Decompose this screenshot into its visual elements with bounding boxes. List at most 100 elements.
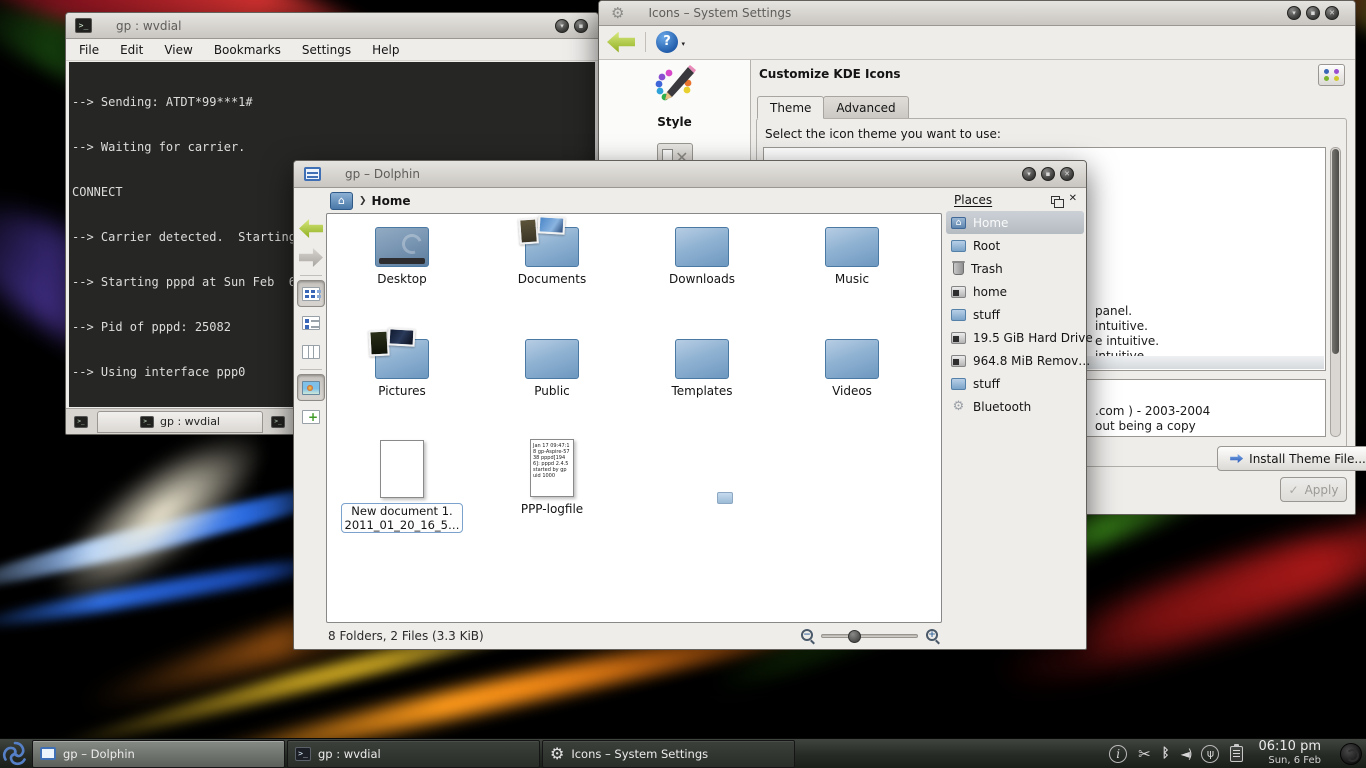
- folder-item[interactable]: Videos: [787, 339, 917, 398]
- app-launcher-button[interactable]: [0, 739, 30, 768]
- menu-view[interactable]: View: [164, 43, 192, 57]
- photo-thumbnail: [388, 327, 416, 346]
- dolphin-icon: [40, 747, 56, 760]
- place-item-home[interactable]: ⌂ Home: [946, 211, 1084, 234]
- home-folder-icon[interactable]: ⌂: [330, 192, 353, 210]
- float-panel-icon[interactable]: [1051, 196, 1060, 204]
- klipper-scissors-icon[interactable]: ✂: [1138, 745, 1151, 763]
- task-label: gp – Dolphin: [63, 747, 135, 761]
- bluetooth-icon[interactable]: ᛒ: [1162, 746, 1170, 761]
- folder-item[interactable]: Desktop: [337, 227, 467, 286]
- task-button-wvdial[interactable]: >_ gp : wvdial: [287, 740, 540, 768]
- apply-label: Apply: [1305, 483, 1339, 497]
- maximize-button[interactable]: ▪: [1306, 6, 1320, 20]
- file-item-selected[interactable]: New document 1.2011_01_20_16_5…: [337, 440, 467, 533]
- scrollbar-thumb[interactable]: [1332, 149, 1339, 354]
- place-item-stuff2[interactable]: stuff: [946, 372, 1084, 395]
- menu-bookmarks[interactable]: Bookmarks: [214, 43, 281, 57]
- panel-toolbox-cashew-icon[interactable]: [1340, 743, 1362, 765]
- columns-view-button[interactable]: [297, 338, 325, 365]
- place-label: stuff: [973, 308, 1000, 322]
- folder-item[interactable]: Documents: [487, 227, 617, 286]
- gear-icon: ⚙: [550, 746, 564, 762]
- place-item-home-drive[interactable]: home: [946, 280, 1084, 303]
- task-button-system-settings[interactable]: ⚙ Icons – System Settings: [542, 740, 795, 768]
- split-view-icon: [302, 410, 320, 424]
- blank-document-icon: [380, 440, 424, 498]
- forward-button[interactable]: [297, 244, 325, 271]
- folder-item[interactable]: Templates: [637, 339, 767, 398]
- pictures-folder-icon: [375, 339, 429, 379]
- terminal-window-title: gp : wvdial: [116, 19, 181, 33]
- terminal-icon: >_: [295, 747, 311, 761]
- folder-item[interactable]: Music: [787, 227, 917, 286]
- theme-description-text: .com ) - 2003-2004: [1095, 404, 1210, 418]
- minimize-button[interactable]: ▾: [1287, 6, 1301, 20]
- preview-button[interactable]: [297, 374, 325, 401]
- close-panel-icon[interactable]: ✕: [1069, 193, 1077, 204]
- settings-titlebar[interactable]: ⚙ Icons – System Settings ▾ ▪ ✕: [599, 1, 1355, 26]
- minimize-button[interactable]: ▾: [1022, 167, 1036, 181]
- close-button[interactable]: ✕: [1325, 6, 1339, 20]
- tab-theme[interactable]: Theme: [757, 96, 824, 119]
- folder-label: Music: [787, 272, 917, 286]
- documents-folder-icon: [525, 227, 579, 267]
- task-label: Icons – System Settings: [571, 747, 708, 761]
- drive-icon: [951, 332, 966, 344]
- dolphin-titlebar[interactable]: gp – Dolphin ▾ ▪ ✕: [294, 161, 1086, 188]
- usb-device-icon[interactable]: ψ: [1201, 745, 1219, 763]
- menu-file[interactable]: File: [79, 43, 99, 57]
- zoom-slider-knob[interactable]: [848, 630, 861, 643]
- maximize-button[interactable]: ▪: [574, 19, 588, 33]
- task-button-dolphin[interactable]: gp – Dolphin: [32, 740, 285, 768]
- arrow-left-icon: [299, 219, 323, 238]
- menu-help[interactable]: Help: [372, 43, 399, 57]
- apply-button[interactable]: ✓ Apply: [1280, 477, 1347, 502]
- places-header: Places ✕: [946, 191, 1084, 211]
- new-tab-button[interactable]: >_: [71, 412, 91, 432]
- split-tab-button[interactable]: >_: [268, 412, 288, 432]
- place-item-hard-drive[interactable]: 19.5 GiB Hard Drive: [946, 326, 1084, 349]
- folder-item[interactable]: Public: [487, 339, 617, 398]
- status-text: 8 Folders, 2 Files (3.3 KiB): [328, 629, 484, 643]
- list-scrollbar[interactable]: [1330, 147, 1341, 437]
- clipboard-device-icon[interactable]: [1230, 746, 1243, 762]
- overview-icon-button[interactable]: [1318, 64, 1345, 86]
- folder-item[interactable]: Downloads: [637, 227, 767, 286]
- terminal-titlebar[interactable]: >_ gp : wvdial ▾ ▪: [66, 13, 598, 39]
- folder-item[interactable]: Pictures: [337, 339, 467, 398]
- install-theme-button[interactable]: Install Theme File...: [1217, 446, 1366, 471]
- breadcrumb-home[interactable]: Home: [372, 194, 411, 208]
- volume-icon[interactable]: ◄): [1181, 747, 1191, 761]
- dolphin-icon: [304, 167, 321, 181]
- place-item-root[interactable]: Root: [946, 234, 1084, 257]
- file-item[interactable]: Jan 17 09:47:18 gp-Aspire-5738 pppd[1946…: [487, 439, 617, 516]
- tab-advanced[interactable]: Advanced: [823, 96, 908, 119]
- folder-icon: [951, 309, 966, 321]
- zoom-in-icon[interactable]: +: [926, 629, 938, 641]
- folder-view[interactable]: Desktop Documents Downloads Music: [326, 213, 942, 623]
- split-view-button[interactable]: [297, 403, 325, 430]
- back-button[interactable]: [607, 32, 635, 53]
- place-item-stuff[interactable]: stuff: [946, 303, 1084, 326]
- digital-clock[interactable]: 06:10 pm Sun, 6 Feb: [1258, 740, 1321, 766]
- folder-label: Templates: [637, 384, 767, 398]
- back-button[interactable]: [297, 215, 325, 242]
- place-item-bluetooth[interactable]: ⚙ Bluetooth: [946, 395, 1084, 418]
- menu-edit[interactable]: Edit: [120, 43, 143, 57]
- help-button[interactable]: ? ▾: [656, 31, 678, 53]
- sidebar-item-style[interactable]: Style: [599, 65, 750, 129]
- close-button[interactable]: ✕: [1060, 167, 1074, 181]
- zoom-out-icon[interactable]: −: [801, 629, 813, 641]
- minimize-button[interactable]: ▾: [555, 19, 569, 33]
- details-view-button[interactable]: [297, 309, 325, 336]
- place-item-trash[interactable]: Trash: [946, 257, 1084, 280]
- zoom-slider[interactable]: [821, 634, 918, 638]
- maximize-button[interactable]: ▪: [1041, 167, 1055, 181]
- notifications-info-icon[interactable]: i: [1109, 745, 1127, 763]
- terminal-tab[interactable]: >_ gp : wvdial: [97, 411, 263, 433]
- folder-label: Downloads: [637, 272, 767, 286]
- menu-settings[interactable]: Settings: [302, 43, 351, 57]
- icons-view-button[interactable]: [297, 280, 325, 307]
- place-item-removable[interactable]: 964.8 MiB Remov…: [946, 349, 1084, 372]
